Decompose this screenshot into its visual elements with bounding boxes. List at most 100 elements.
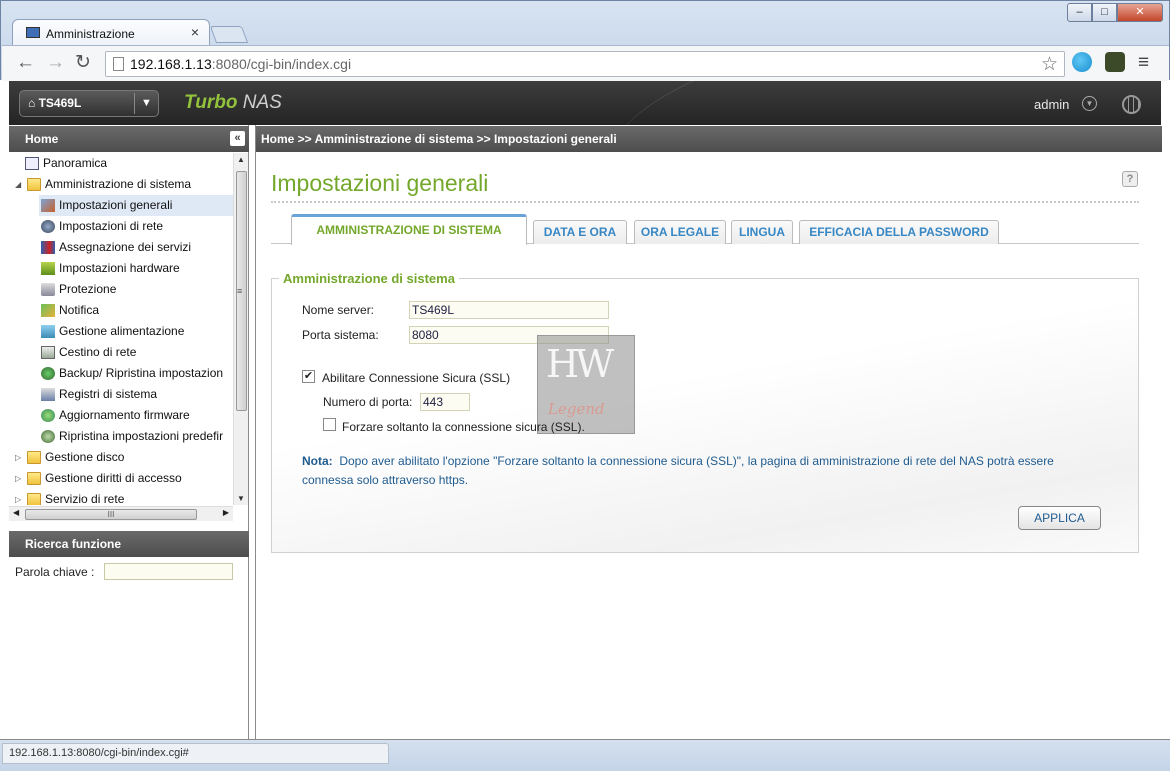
tree-item-gestione-alimentazione[interactable]: Gestione alimentazione [39, 321, 233, 342]
device-name: TS469L [38, 96, 82, 110]
navigation-tree: Panoramica ◢ Amministrazione di sistema … [9, 153, 233, 505]
tree-item-gestione-disco[interactable]: ▷ Gestione disco [9, 447, 233, 468]
tree-item-impostazioni-hardware[interactable]: Impostazioni hardware [39, 258, 233, 279]
folder-icon [27, 451, 41, 464]
tree-item-aggiornamento-firmware[interactable]: Aggiornamento firmware [39, 405, 233, 426]
port-number-input[interactable]: 443 [420, 393, 470, 411]
system-admin-section [271, 278, 1139, 553]
tree-item-servizio-di-rete[interactable]: ▷ Servizio di rete [9, 489, 233, 505]
settings-tabs: AMMINISTRAZIONE DI SISTEMA DATA E ORA OR… [271, 214, 1139, 245]
tree-item-impostazioni-generali[interactable]: Impostazioni generali [39, 195, 233, 216]
tree-horizontal-scrollbar[interactable]: ◀ III ▶ [9, 506, 233, 521]
ssl-enable-label: Abilitare Connessione Sicura (SSL) [322, 371, 511, 385]
device-selector[interactable]: ⌂ TS469L ▼ [19, 90, 159, 117]
window-close-button[interactable]: ✕ [1117, 3, 1163, 22]
ssl-enable-checkbox[interactable]: ✔ [302, 370, 315, 383]
browser-tab[interactable]: Amministrazione × [12, 19, 210, 46]
scroll-left-icon[interactable]: ◀ [13, 508, 19, 517]
backup-icon [41, 367, 55, 380]
tree-item-backup-ripristina[interactable]: Backup/ Ripristina impostazion [39, 363, 233, 384]
tab-lingua[interactable]: LINGUA [731, 220, 793, 244]
skype-extension-icon[interactable] [1072, 52, 1092, 72]
network-settings-icon [41, 220, 55, 233]
browser-menu-icon[interactable]: ≡ [1138, 52, 1149, 74]
monitor-icon [26, 27, 40, 38]
service-binding-icon [41, 241, 55, 254]
force-ssl-checkbox[interactable] [323, 418, 336, 431]
keyword-label: Parola chiave : [15, 565, 95, 579]
breadcrumb: Home >> Amministrazione di sistema >> Im… [256, 126, 1162, 152]
tree-item-impostazioni-di-rete[interactable]: Impostazioni di rete [39, 216, 233, 237]
user-menu-chevron-icon[interactable]: ▼ [1082, 96, 1097, 111]
tree-item-gestione-diritti-di-accesso[interactable]: ▷ Gestione diritti di accesso [9, 468, 233, 489]
tab-data-e-ora[interactable]: DATA E ORA [533, 220, 627, 244]
system-port-label: Porta sistema: [302, 328, 379, 342]
scroll-down-icon[interactable]: ▼ [237, 494, 245, 503]
system-logs-icon [41, 388, 55, 401]
folder-open-icon [27, 178, 41, 191]
port-number-label: Numero di porta: [323, 395, 413, 409]
firmware-icon [41, 409, 55, 422]
power-icon [41, 325, 55, 338]
notification-icon [41, 304, 55, 317]
address-bar[interactable]: 192.168.1.13:8080/cgi-bin/index.cgi ☆ [105, 51, 1065, 77]
collapsed-triangle-icon[interactable]: ▷ [15, 468, 21, 489]
note-label: Nota: [302, 454, 333, 468]
home-icon: ⌂ [28, 96, 39, 110]
checker-extension-icon[interactable] [1105, 52, 1125, 72]
apply-button[interactable]: APPLICA [1018, 506, 1101, 530]
tree-item-panoramica[interactable]: Panoramica [23, 153, 233, 174]
tab-ora-legale[interactable]: ORA LEGALE [634, 220, 726, 244]
restore-defaults-icon [41, 430, 55, 443]
back-arrow-icon[interactable]: ← [16, 53, 35, 73]
force-ssl-label: Forzare soltanto la connessione sicura (… [342, 420, 585, 434]
scrollbar-thumb[interactable]: III [25, 509, 197, 520]
tree-item-ripristina-impostazioni-predefinite[interactable]: Ripristina impostazioni predefir [39, 426, 233, 447]
expanded-triangle-icon[interactable]: ◢ [15, 174, 21, 195]
search-panel-header: Ricerca funzione [9, 531, 249, 557]
general-settings-icon [41, 199, 55, 212]
home-panel-title: Home [25, 132, 59, 146]
collapsed-triangle-icon[interactable]: ▷ [15, 447, 21, 468]
status-bar-url: 192.168.1.13:8080/cgi-bin/index.cgi# [2, 743, 389, 764]
page-icon [113, 57, 124, 71]
language-globe-icon[interactable] [1122, 95, 1141, 114]
page-title: Impostazioni generali [271, 170, 489, 196]
folder-icon [27, 493, 41, 505]
tree-item-cestino-di-rete[interactable]: Cestino di rete [39, 342, 233, 363]
chevron-down-icon: ▼ [141, 97, 152, 109]
server-name-input[interactable]: TS469L [409, 301, 609, 319]
tab-close-icon[interactable]: × [191, 24, 199, 40]
title-divider [271, 201, 1139, 203]
hardware-icon [41, 262, 55, 275]
forward-arrow-icon[interactable]: → [46, 53, 65, 73]
window-maximize-button[interactable]: □ [1092, 3, 1117, 22]
tree-item-assegnazione-dei-servizi[interactable]: Assegnazione dei servizi [39, 237, 233, 258]
tree-vertical-scrollbar[interactable]: ▲ ≡ ▼ [233, 153, 248, 505]
tree-item-notifica[interactable]: Notifica [39, 300, 233, 321]
new-tab-button[interactable] [209, 26, 249, 43]
help-icon[interactable]: ? [1122, 171, 1138, 187]
scroll-right-icon[interactable]: ▶ [223, 508, 229, 517]
note-text: Dopo aver abilitato l'opzione "Forzare s… [302, 454, 1054, 487]
user-name[interactable]: admin [1034, 97, 1069, 112]
collapse-panel-icon[interactable]: « [230, 131, 245, 146]
tab-amministrazione-di-sistema[interactable]: AMMINISTRAZIONE DI SISTEMA [291, 214, 527, 245]
scroll-up-icon[interactable]: ▲ [237, 155, 245, 164]
main-content-panel: Home >> Amministrazione di sistema >> Im… [255, 125, 1162, 739]
address-url[interactable]: 192.168.1.13:8080/cgi-bin/index.cgi [130, 56, 351, 72]
tree-item-protezione[interactable]: Protezione [39, 279, 233, 300]
collapsed-triangle-icon[interactable]: ▷ [15, 489, 21, 505]
window-minimize-button[interactable]: – [1067, 3, 1092, 22]
tree-item-registri-di-sistema[interactable]: Registri di sistema [39, 384, 233, 405]
security-icon [41, 283, 55, 296]
recycle-bin-icon [41, 346, 55, 359]
bookmark-star-icon[interactable]: ☆ [1041, 53, 1058, 76]
ssl-note: Nota: Dopo aver abilitato l'opzione "For… [302, 452, 1102, 490]
keyword-search-input[interactable] [104, 563, 233, 580]
tree-item-amministrazione-di-sistema[interactable]: ◢ Amministrazione di sistema [9, 174, 233, 195]
tab-efficacia-della-password[interactable]: EFFICACIA DELLA PASSWORD [799, 220, 999, 244]
server-name-label: Nome server: [302, 303, 375, 317]
reload-icon[interactable]: ↻ [75, 53, 91, 73]
home-panel-header: Home « [9, 126, 249, 152]
